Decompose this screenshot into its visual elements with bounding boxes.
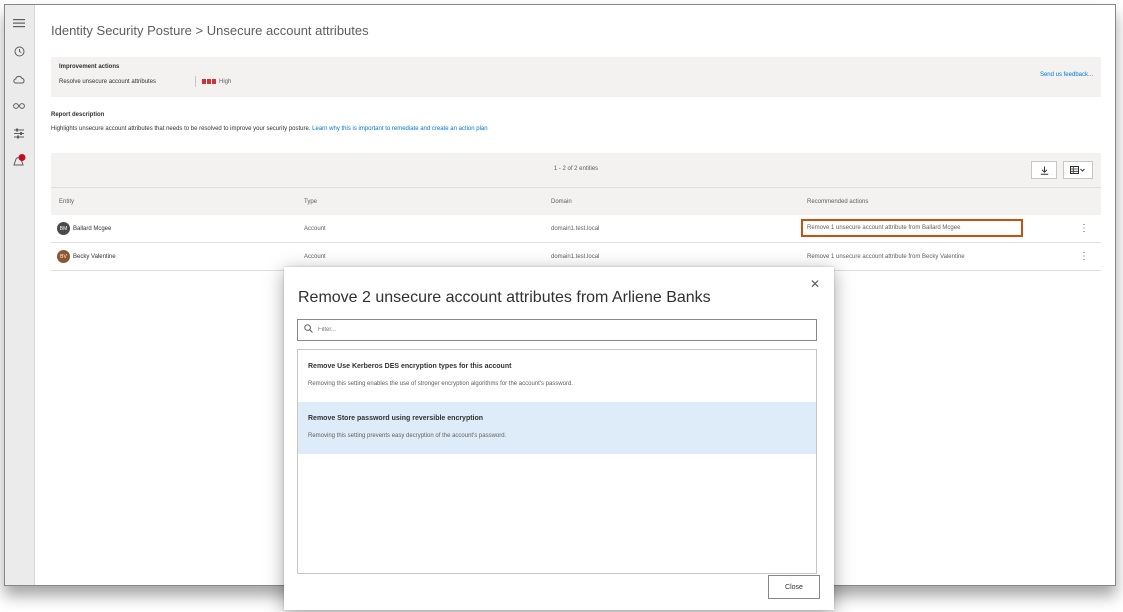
grid-header: Entity Type Domain Recommended actions [51,187,1101,215]
list-item[interactable]: Remove Store password using reversible e… [298,402,816,454]
dialog-title: Remove 2 unsecure account attributes fro… [298,289,711,306]
entity-name[interactable]: Ballard Mcgee [73,226,111,232]
alerts-icon[interactable] [11,152,27,168]
report-description: Highlights unsecure account attributes t… [51,126,488,132]
entity-name[interactable]: Becky Valentine [73,254,116,260]
clock-icon[interactable] [11,43,27,59]
binoculars-icon[interactable] [11,98,27,114]
list-item-title: Remove Use Kerberos DES encryption types… [308,363,512,370]
hamburger-icon[interactable] [11,15,27,31]
avatar: BV [57,250,70,263]
improvement-actions-title: Improvement actions [59,64,120,70]
list-item-description: Removing this setting prevents easy decr… [308,433,507,439]
breadcrumb-current: Unsecure account attributes [206,23,369,38]
download-button[interactable] [1031,161,1057,179]
report-description-text: Highlights unsecure account attributes t… [51,126,311,132]
left-nav-rail [5,5,35,585]
breadcrumb-separator: > [195,23,204,38]
report-description-title: Report description [51,112,105,118]
grid-toolbar: 1 - 2 of 2 entities [51,153,1101,187]
attributes-list: Remove Use Kerberos DES encryption types… [297,349,817,574]
column-header-type[interactable]: Type [304,199,317,205]
avatar: BM [57,222,70,235]
learn-more-link[interactable]: Learn why this is important to remediate… [312,126,487,132]
recommended-action-link[interactable]: Remove 1 unsecure account attribute from… [801,219,1023,237]
search-icon [304,324,313,335]
column-header-recommended-actions[interactable]: Recommended actions [807,199,868,205]
columns-icon [1070,166,1085,174]
entity-type: Account [304,226,326,232]
entities-grid: 1 - 2 of 2 entities Entity Type Domain R… [51,153,1101,271]
cloud-icon[interactable] [11,71,27,87]
column-header-domain[interactable]: Domain [551,199,572,205]
close-button[interactable]: Close [768,575,820,599]
filter-input[interactable] [318,322,798,338]
list-item[interactable]: Remove Use Kerberos DES encryption types… [298,350,816,402]
column-header-entity[interactable]: Entity [59,199,74,205]
entity-domain: domain1.test.local [551,254,600,260]
column-options-button[interactable] [1063,161,1093,179]
recommended-action-link[interactable]: Remove 1 unsecure account attribute from… [807,254,965,260]
improvement-action-text: Resolve unsecure account attributes [59,79,157,85]
severity-label: High [219,79,232,85]
entity-count: 1 - 2 of 2 entities [553,166,599,172]
filter-box [297,319,817,341]
breadcrumb: Identity Security Posture > Unsecure acc… [51,23,369,38]
breadcrumb-parent[interactable]: Identity Security Posture [51,23,192,38]
improvement-actions-panel: Improvement actions Resolve unsecure acc… [51,57,1101,97]
more-options-icon[interactable]: ⋮ [1079,223,1089,234]
remove-attributes-dialog: Remove 2 unsecure account attributes fro… [284,267,834,610]
download-icon [1040,166,1048,175]
sliders-icon[interactable] [11,125,27,141]
entity-type: Account [304,254,326,260]
send-feedback-link[interactable]: Send us feedback... [1040,72,1093,78]
more-options-icon[interactable]: ⋮ [1079,251,1089,262]
severity-high-icon [202,79,216,84]
list-item-title: Remove Store password using reversible e… [308,415,484,422]
table-row[interactable]: BM Ballard Mcgee Account domain1.test.lo… [51,215,1101,243]
severity-divider [195,76,196,87]
close-icon[interactable]: ✕ [810,277,820,291]
entity-domain: domain1.test.local [551,226,600,232]
list-item-description: Removing this setting enables the use of… [308,381,573,387]
